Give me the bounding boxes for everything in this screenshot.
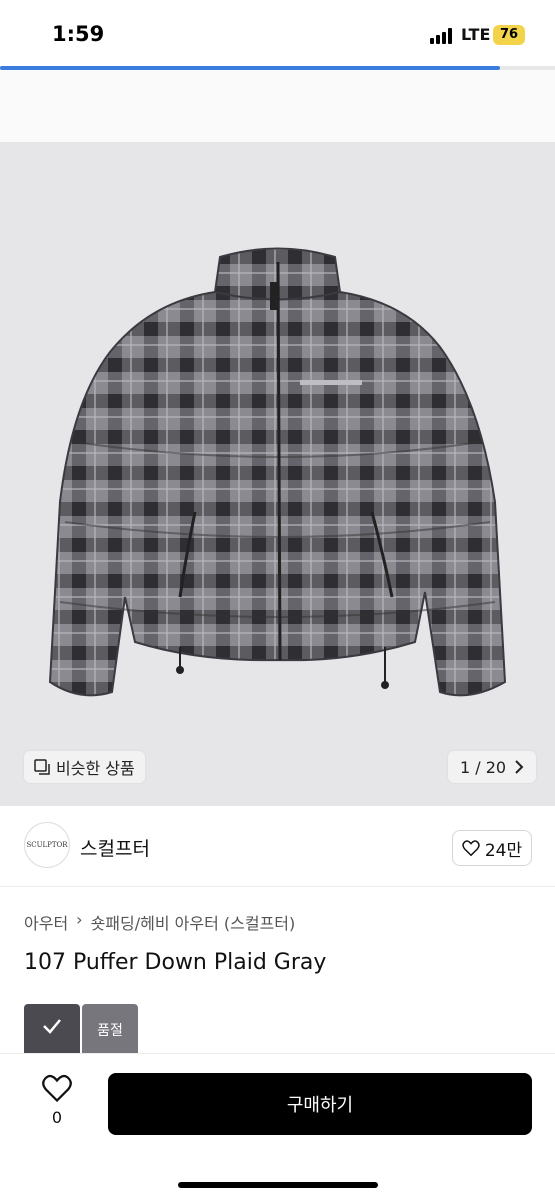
store-row[interactable]: SCULPTOR 스컬프터 24만 (0, 806, 555, 887)
similar-products-button[interactable]: 비슷한 상품 (24, 751, 145, 783)
breadcrumb: 아우터 › 숏패딩/헤비 아우터 (스컬프터) (24, 910, 295, 934)
bottom-action-bar: 0 구매하기 (0, 1053, 555, 1201)
similar-products-label: 비슷한 상품 (56, 759, 135, 778)
breadcrumb-item-outer[interactable]: 아우터 (24, 910, 68, 934)
breadcrumb-item-category[interactable]: 숏패딩/헤비 아우터 (스컬프터) (91, 910, 296, 934)
store-like-button[interactable]: 24만 (452, 830, 532, 866)
heart-outline-icon (42, 1074, 72, 1103)
chevron-right-icon (515, 760, 524, 774)
check-icon (43, 1019, 61, 1034)
status-bar: 1:59 LTE 76 (0, 0, 555, 66)
image-counter: 1 / 20 (460, 757, 507, 777)
home-indicator (178, 1182, 378, 1188)
option-thumbnail-soldout[interactable]: 품절 (82, 1004, 138, 1056)
status-time: 1:59 (52, 22, 105, 46)
top-bar (0, 70, 555, 142)
wishlist-count: 0 (51, 1108, 63, 1127)
cellular-signal-icon (430, 28, 456, 44)
jacket-illustration (48, 247, 507, 697)
similar-items-icon (34, 759, 50, 775)
image-counter-button[interactable]: 1 / 20 (448, 751, 537, 783)
product-title: 107 Puffer Down Plaid Gray (24, 950, 327, 975)
store-name[interactable]: 스컬프터 (80, 834, 150, 861)
battery-icon: 76 (493, 25, 525, 45)
buy-button[interactable]: 구매하기 (108, 1073, 532, 1135)
breadcrumb-separator-icon: › (76, 910, 83, 929)
store-logo[interactable]: SCULPTOR (24, 822, 70, 868)
network-type: LTE (461, 25, 491, 44)
heart-icon (462, 840, 480, 856)
product-image[interactable] (0, 142, 555, 806)
wishlist-button[interactable]: 0 (38, 1074, 76, 1127)
store-like-count: 24만 (484, 840, 523, 861)
option-thumbnails: 품절 (24, 1004, 138, 1056)
option-thumbnail-selected[interactable] (24, 1004, 80, 1056)
soldout-label: 품절 (97, 1023, 123, 1039)
